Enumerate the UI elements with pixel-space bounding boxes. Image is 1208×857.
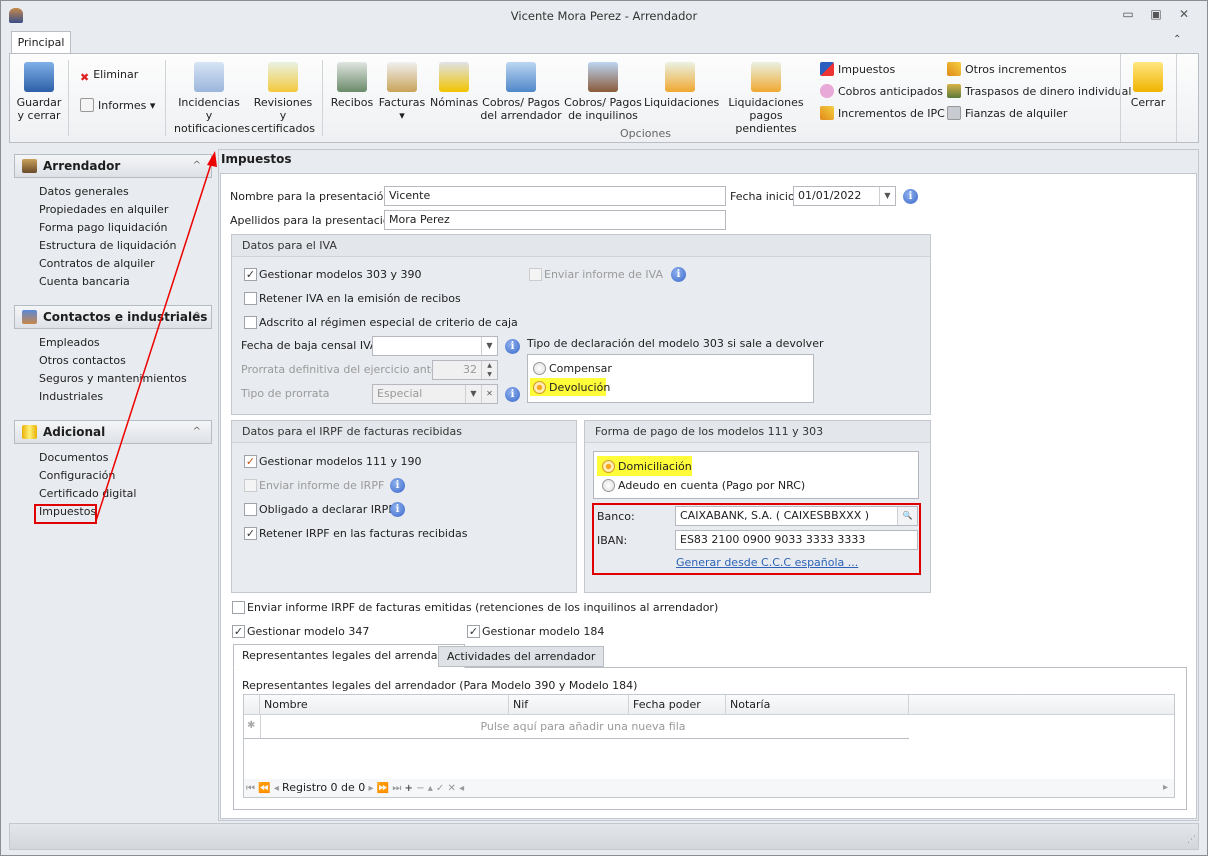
window: Vicente Mora Perez - Arrendador ▭ ▣ ✕ Pr… xyxy=(0,0,1208,856)
impuestos-highlight-box xyxy=(34,504,97,524)
annotation-arrow xyxy=(95,151,217,522)
